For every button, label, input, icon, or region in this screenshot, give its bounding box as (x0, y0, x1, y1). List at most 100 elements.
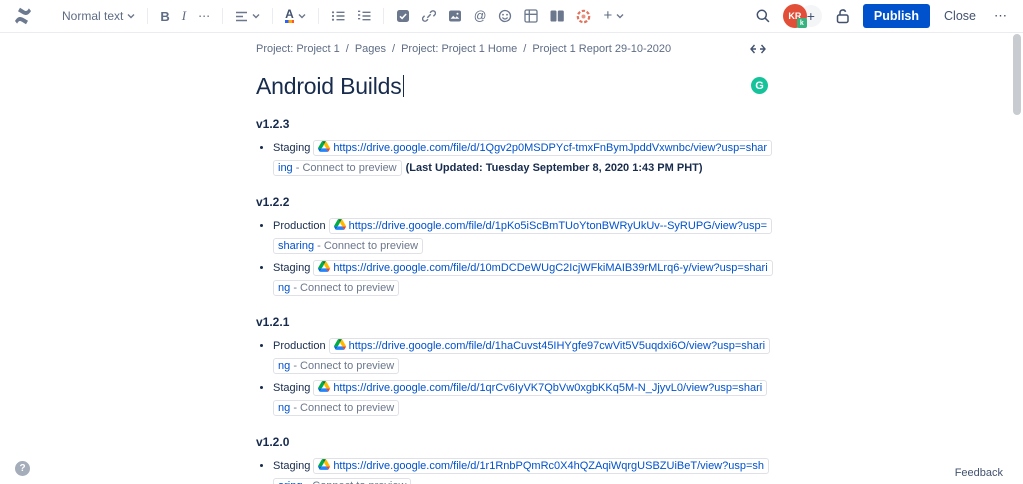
build-label: Production (273, 340, 326, 352)
build-label: Production (273, 220, 326, 232)
breadcrumb-item[interactable]: Project: Project 1 (256, 43, 340, 55)
page-title[interactable]: Android Builds (256, 73, 404, 100)
breadcrumb-separator: / (523, 43, 526, 55)
chevron-down-icon (252, 13, 260, 19)
breadcrumb-row: Project: Project 1 / Pages / Project: Projec… (256, 33, 768, 57)
version-heading: v1.2.2 (256, 195, 768, 209)
chevron-down-icon (616, 13, 624, 19)
connect-to-preview-link[interactable]: - Connect to preview (293, 282, 394, 294)
align-left-icon (235, 11, 248, 22)
routines-app-icon[interactable] (570, 6, 597, 27)
help-icon[interactable]: ? (15, 461, 30, 476)
build-item: Staginghttps://drive.google.com/file/d/1… (273, 379, 768, 418)
numbered-list-button[interactable] (351, 7, 377, 25)
link-button[interactable] (416, 6, 442, 26)
avatar-status-badge: k (797, 18, 807, 28)
drive-link-chip[interactable]: https://drive.google.com/file/d/1haCuvst… (273, 338, 770, 374)
bold-button[interactable]: B (154, 6, 175, 27)
task-list-button[interactable] (390, 6, 416, 26)
version-section: v1.2.3 Staginghttps://drive.google.com/f… (256, 117, 768, 178)
chevron-down-icon (298, 13, 306, 19)
table-button[interactable] (518, 6, 544, 26)
page-body[interactable]: v1.2.3 Staginghttps://drive.google.com/f… (256, 117, 768, 484)
toolbar-right-group: + KR k Publish Close ⋯ (753, 4, 1011, 28)
text-color-dropdown[interactable]: A (279, 6, 312, 26)
google-drive-icon (334, 218, 346, 237)
connect-to-preview-link[interactable]: - Connect to preview (306, 480, 407, 484)
toolbar-divider (383, 8, 384, 24)
build-label: Staging (273, 460, 310, 472)
text-style-dropdown[interactable]: Normal text (56, 6, 141, 26)
google-drive-icon (334, 338, 346, 357)
text-style-label: Normal text (62, 9, 123, 23)
search-icon[interactable] (753, 6, 773, 26)
build-list: Productionhttps://drive.google.com/file/… (256, 217, 768, 298)
build-list: Productionhttps://drive.google.com/file/… (256, 337, 768, 418)
emoji-button[interactable] (492, 6, 518, 26)
insert-dropdown[interactable]: + (597, 7, 630, 25)
page-width-toggle-icon[interactable] (748, 42, 768, 56)
mention-button[interactable]: @ (468, 6, 493, 26)
grammarly-icon[interactable]: G (751, 77, 768, 94)
google-drive-icon (318, 140, 330, 159)
toolbar-divider (147, 8, 148, 24)
breadcrumb-separator: / (392, 43, 395, 55)
chevron-down-icon (127, 13, 135, 19)
publish-button[interactable]: Publish (863, 4, 930, 28)
insert-image-button[interactable] (442, 6, 468, 26)
more-actions-button[interactable]: ⋯ (990, 6, 1011, 26)
plus-icon: + (603, 10, 612, 22)
breadcrumb-item[interactable]: Project: Project 1 Home (401, 43, 517, 55)
breadcrumb-item[interactable]: Project 1 Report 29-10-2020 (532, 43, 671, 55)
toolbar-divider (318, 8, 319, 24)
breadcrumb: Project: Project 1 / Pages / Project: Projec… (256, 43, 671, 55)
build-item: Productionhttps://drive.google.com/file/… (273, 337, 768, 376)
unlock-icon[interactable] (833, 6, 853, 26)
bullet-list-button[interactable] (325, 7, 351, 25)
google-drive-icon (318, 380, 330, 399)
alignment-dropdown[interactable] (229, 8, 266, 25)
google-drive-icon (318, 458, 330, 477)
google-drive-icon (318, 260, 330, 279)
build-label: Staging (273, 382, 310, 394)
text-color-icon: A (285, 9, 294, 23)
feedback-link[interactable]: Feedback (955, 467, 1003, 479)
version-heading: v1.2.3 (256, 117, 768, 131)
connect-to-preview-link[interactable]: - Connect to preview (317, 240, 418, 252)
more-formatting-button[interactable]: ⋯ (192, 6, 216, 26)
build-item: Staginghttps://drive.google.com/file/d/1… (273, 457, 768, 484)
editor-toolbar: Normal text B I ⋯ A @ (0, 0, 1023, 33)
toolbar-divider (222, 8, 223, 24)
build-label: Staging (273, 262, 310, 274)
editor-content: Project: Project 1 / Pages / Project: Projec… (256, 33, 768, 484)
drive-link-chip[interactable]: https://drive.google.com/file/d/1r1RnbPQ… (273, 458, 769, 484)
version-section: v1.2.1 Productionhttps://drive.google.co… (256, 315, 768, 418)
build-item: Productionhttps://drive.google.com/file/… (273, 217, 768, 256)
confluence-logo-icon[interactable] (12, 7, 34, 25)
drive-link-chip[interactable]: https://drive.google.com/file/d/1pKo5iSc… (273, 218, 772, 254)
text-cursor (403, 75, 404, 97)
connect-to-preview-link[interactable]: - Connect to preview (293, 360, 394, 372)
last-updated-note: (Last Updated: Tuesday September 8, 2020… (406, 162, 703, 174)
drive-link-chip[interactable]: https://drive.google.com/file/d/1qrCv6Iy… (273, 380, 767, 416)
page-title-text: Android Builds (256, 73, 402, 99)
version-heading: v1.2.1 (256, 315, 768, 329)
breadcrumb-separator: / (346, 43, 349, 55)
build-item: Staginghttps://drive.google.com/file/d/1… (273, 139, 768, 178)
build-item: Staginghttps://drive.google.com/file/d/1… (273, 259, 768, 298)
version-section: v1.2.0 Staginghttps://drive.google.com/f… (256, 435, 768, 484)
drive-link-chip[interactable]: https://drive.google.com/file/d/10mDCDeW… (273, 260, 773, 296)
layouts-button[interactable] (544, 7, 570, 25)
scrollbar-thumb[interactable] (1013, 34, 1021, 115)
connect-to-preview-link[interactable]: - Connect to preview (293, 402, 394, 414)
version-section: v1.2.2 Productionhttps://drive.google.co… (256, 195, 768, 298)
collaborators-group: + KR k (783, 4, 823, 28)
version-heading: v1.2.0 (256, 435, 768, 449)
breadcrumb-item[interactable]: Pages (355, 43, 386, 55)
title-row: Android Builds G (256, 73, 768, 100)
toolbar-divider (272, 8, 273, 24)
close-button[interactable]: Close (940, 5, 980, 27)
connect-to-preview-link[interactable]: - Connect to preview (296, 162, 397, 174)
build-list: Staginghttps://drive.google.com/file/d/1… (256, 457, 768, 484)
italic-button[interactable]: I (176, 5, 192, 27)
